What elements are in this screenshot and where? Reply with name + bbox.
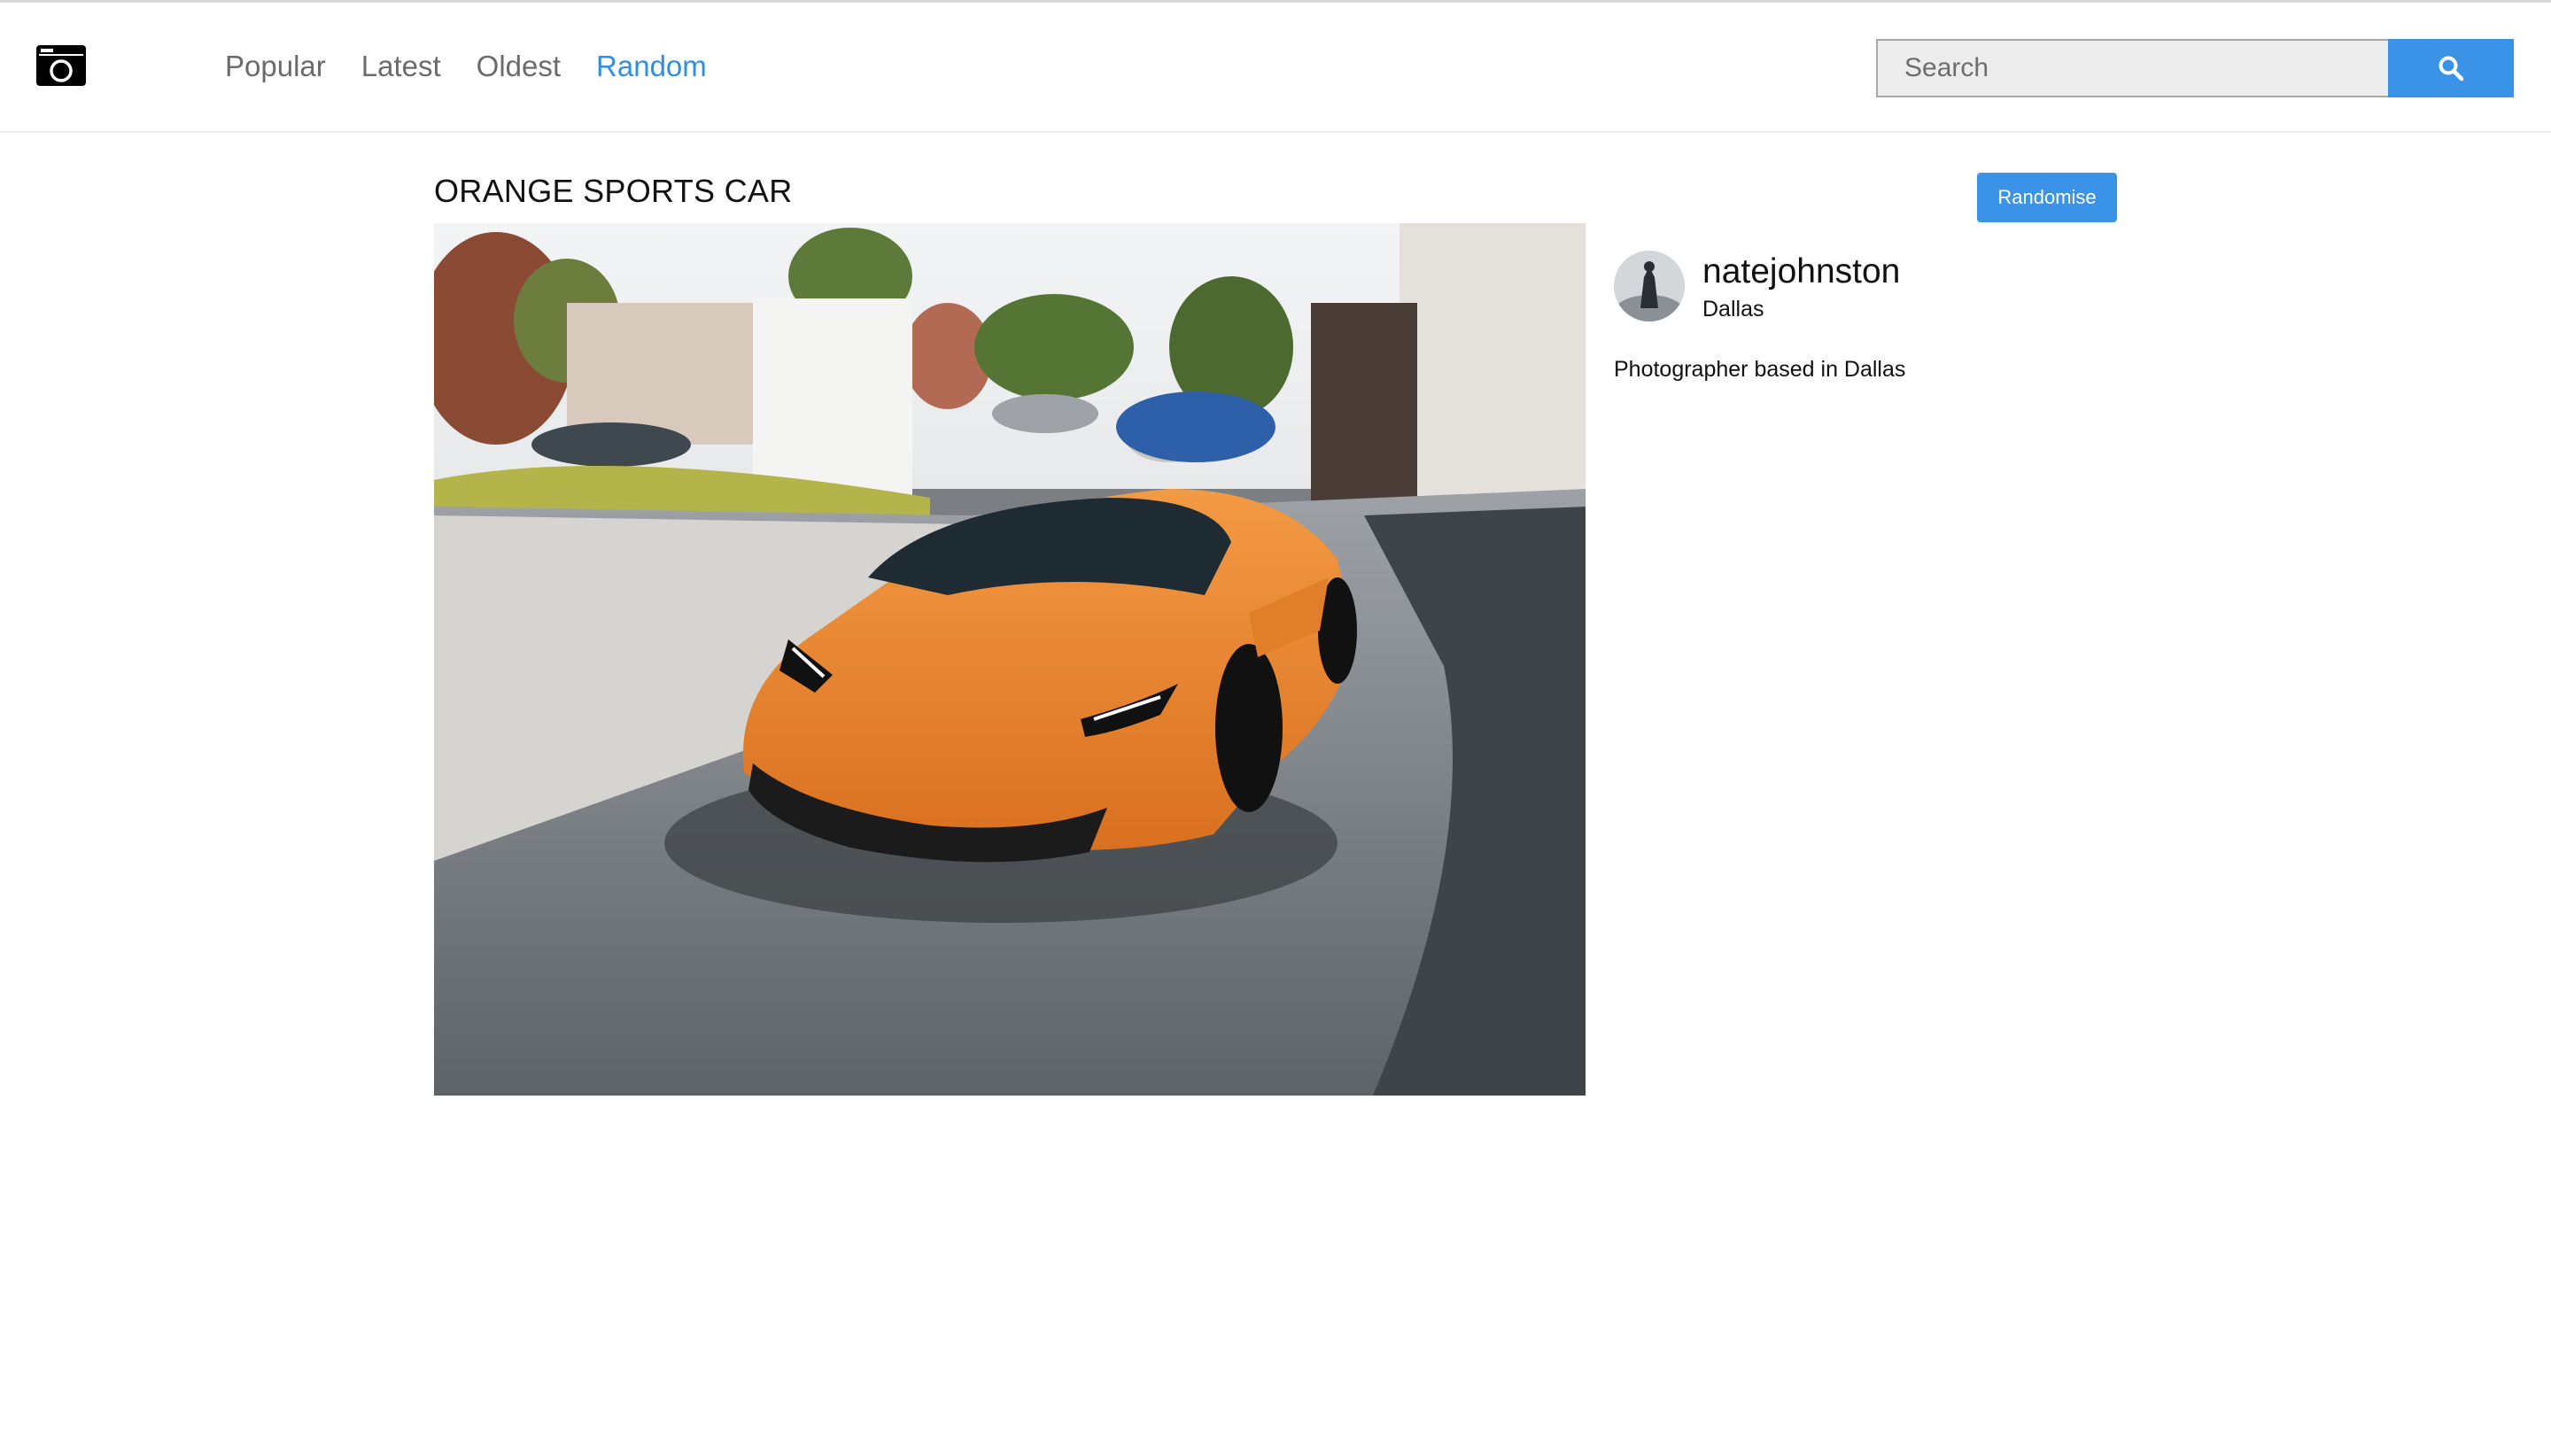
- nav-popular[interactable]: Popular: [225, 49, 326, 84]
- photo-title: ORANGE SPORTS CAR: [434, 173, 793, 209]
- nav-oldest[interactable]: Oldest: [477, 49, 561, 84]
- author-bio: Photographer based in Dallas: [1614, 357, 1906, 382]
- main-photo[interactable]: [434, 223, 1586, 1096]
- navbar: Popular Latest Oldest Random: [0, 3, 2551, 133]
- search-form: [1876, 39, 2514, 97]
- nav-random[interactable]: Random: [596, 49, 707, 84]
- sports-car-photo: [434, 223, 1586, 1096]
- search-button[interactable]: [2388, 39, 2514, 97]
- search-input[interactable]: [1876, 39, 2388, 97]
- avatar[interactable]: [1614, 251, 1685, 321]
- author-location: Dallas: [1702, 297, 1764, 321]
- camera-icon[interactable]: [35, 42, 87, 88]
- author-username[interactable]: natejohnston: [1702, 251, 1900, 293]
- randomise-button[interactable]: Randomise: [1977, 173, 2117, 222]
- nav-latest[interactable]: Latest: [361, 49, 441, 84]
- search-icon: [2439, 56, 2464, 81]
- avatar-image: [1614, 251, 1685, 321]
- main-nav: Popular Latest Oldest Random: [225, 49, 707, 84]
